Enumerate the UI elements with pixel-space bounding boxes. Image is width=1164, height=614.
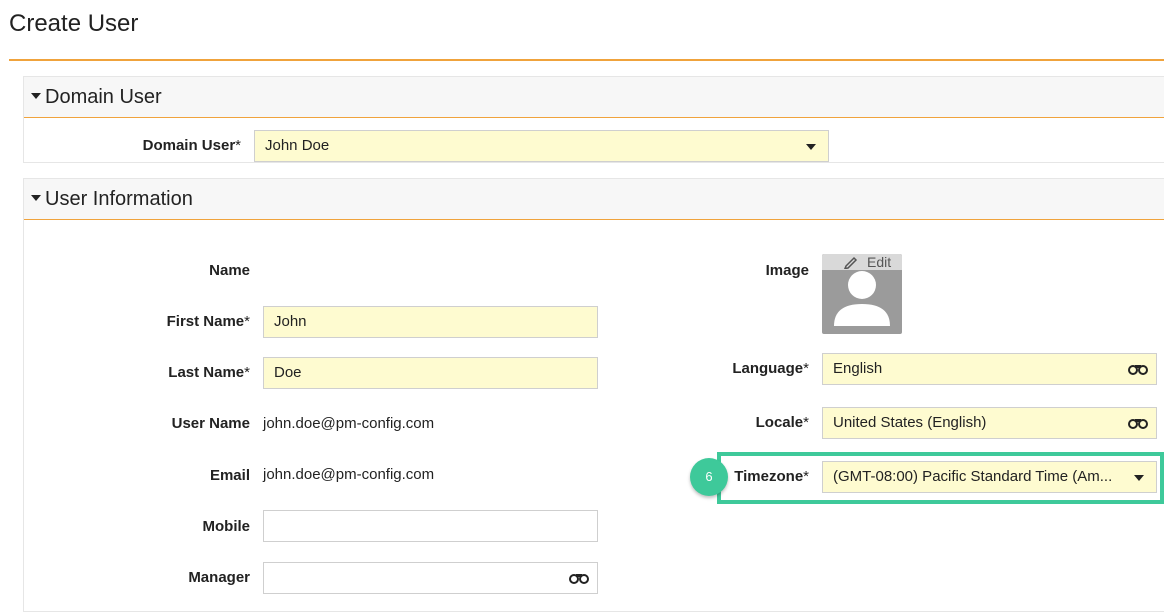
avatar-edit-label: Edit xyxy=(867,254,892,270)
domain-user-section-title: Domain User xyxy=(45,86,162,108)
language-value: English xyxy=(833,360,883,377)
domain-user-label: Domain User* xyxy=(142,137,241,154)
domain-user-select-value: John Doe xyxy=(265,137,330,154)
caret-down-icon xyxy=(31,93,41,99)
domain-user-section-header[interactable]: Domain User xyxy=(24,76,1164,118)
caret-down-icon xyxy=(31,195,41,201)
language-lookup-input[interactable]: English xyxy=(822,353,1157,385)
user-information-section-header[interactable]: User Information xyxy=(24,178,1164,220)
user-name-value: john.doe@pm-config.com xyxy=(263,415,435,432)
first-name-label: First Name* xyxy=(166,313,250,330)
binoculars-icon[interactable] xyxy=(1128,417,1148,429)
language-label: Language* xyxy=(732,360,809,377)
avatar-image[interactable]: Edit xyxy=(822,254,902,334)
email-label: Email xyxy=(209,467,250,484)
manager-label: Manager xyxy=(188,569,250,586)
mobile-label: Mobile xyxy=(202,518,251,535)
step-number-badge: 6 xyxy=(690,458,728,496)
locale-lookup-input[interactable]: United States (English) xyxy=(822,407,1157,439)
locale-label: Locale* xyxy=(755,414,809,431)
binoculars-icon[interactable] xyxy=(569,572,589,584)
user-information-section-title: User Information xyxy=(45,188,193,210)
chevron-down-icon[interactable] xyxy=(806,144,816,150)
first-name-input[interactable]: John xyxy=(263,306,598,338)
last-name-input[interactable]: Doe xyxy=(263,357,598,389)
locale-value: United States (English) xyxy=(833,414,987,431)
image-label: Image xyxy=(765,262,809,279)
title-divider xyxy=(9,59,1164,61)
timezone-select[interactable]: (GMT-08:00) Pacific Standard Time (Am... xyxy=(822,461,1157,493)
chevron-down-icon[interactable] xyxy=(1134,475,1144,481)
page-title: Create User xyxy=(9,10,139,37)
avatar-edit-bar[interactable]: Edit xyxy=(822,254,902,270)
user-information-section: User Information xyxy=(23,178,1164,612)
manager-lookup-input[interactable] xyxy=(263,562,598,594)
user-name-label: User Name xyxy=(171,415,250,432)
pencil-icon xyxy=(843,256,858,269)
binoculars-icon[interactable] xyxy=(1128,363,1148,375)
domain-user-select[interactable]: John Doe xyxy=(254,130,829,162)
timezone-value: (GMT-08:00) Pacific Standard Time (Am... xyxy=(833,468,1113,485)
name-label: Name xyxy=(209,262,250,279)
mobile-input[interactable] xyxy=(263,510,598,542)
email-value: john.doe@pm-config.com xyxy=(263,466,435,483)
last-name-label: Last Name* xyxy=(168,364,250,381)
